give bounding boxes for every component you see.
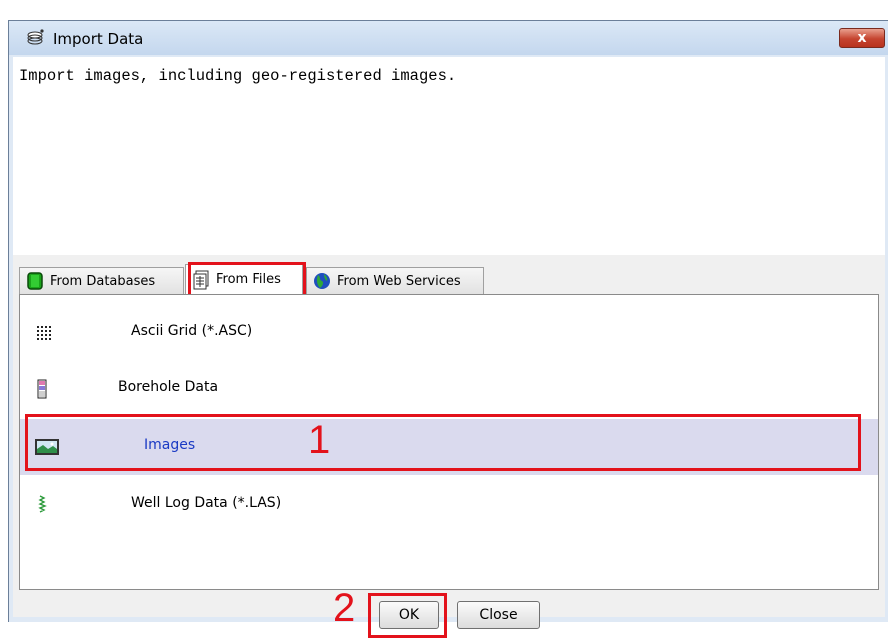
annotation-box-from-files bbox=[188, 262, 306, 297]
window-title: Import Data bbox=[53, 30, 144, 48]
import-data-dialog: Import Data x Import images, including g… bbox=[8, 20, 888, 638]
layers-icon bbox=[27, 29, 44, 45]
list-item-well-log-data[interactable]: Well Log Data (*.LAS) bbox=[20, 477, 878, 533]
tab-from-web-services[interactable]: From Web Services bbox=[306, 267, 484, 294]
database-icon bbox=[27, 272, 43, 290]
list-item-borehole-data[interactable]: Borehole Data bbox=[20, 361, 878, 417]
annotation-box-images bbox=[25, 414, 861, 471]
title-bar[interactable]: Import Data x bbox=[9, 21, 888, 55]
list-item-ascii-grid[interactable]: Ascii Grid (*.ASC) bbox=[20, 305, 878, 361]
globe-icon bbox=[314, 273, 330, 289]
annotation-number-1: 1 bbox=[308, 418, 331, 462]
annotation-box-ok bbox=[368, 593, 447, 638]
borehole-icon bbox=[37, 379, 47, 399]
annotation-number-2: 2 bbox=[333, 586, 356, 630]
list-item-label: Borehole Data bbox=[118, 379, 219, 395]
well-log-icon bbox=[38, 495, 47, 513]
tab-label: From Databases bbox=[50, 273, 156, 289]
list-item-label: Well Log Data (*.LAS) bbox=[131, 495, 282, 511]
list-item-label: Ascii Grid (*.ASC) bbox=[131, 323, 253, 339]
window-close-button[interactable]: x bbox=[839, 28, 885, 48]
tab-label: From Web Services bbox=[337, 273, 461, 289]
tab-from-databases[interactable]: From Databases bbox=[19, 267, 184, 294]
tabs-area: From Databases From Files From Web Servi… bbox=[13, 255, 885, 638]
grid-dots-icon bbox=[37, 326, 51, 340]
close-button[interactable]: Close bbox=[457, 601, 540, 629]
description-text: Import images, including geo-registered … bbox=[13, 57, 885, 255]
